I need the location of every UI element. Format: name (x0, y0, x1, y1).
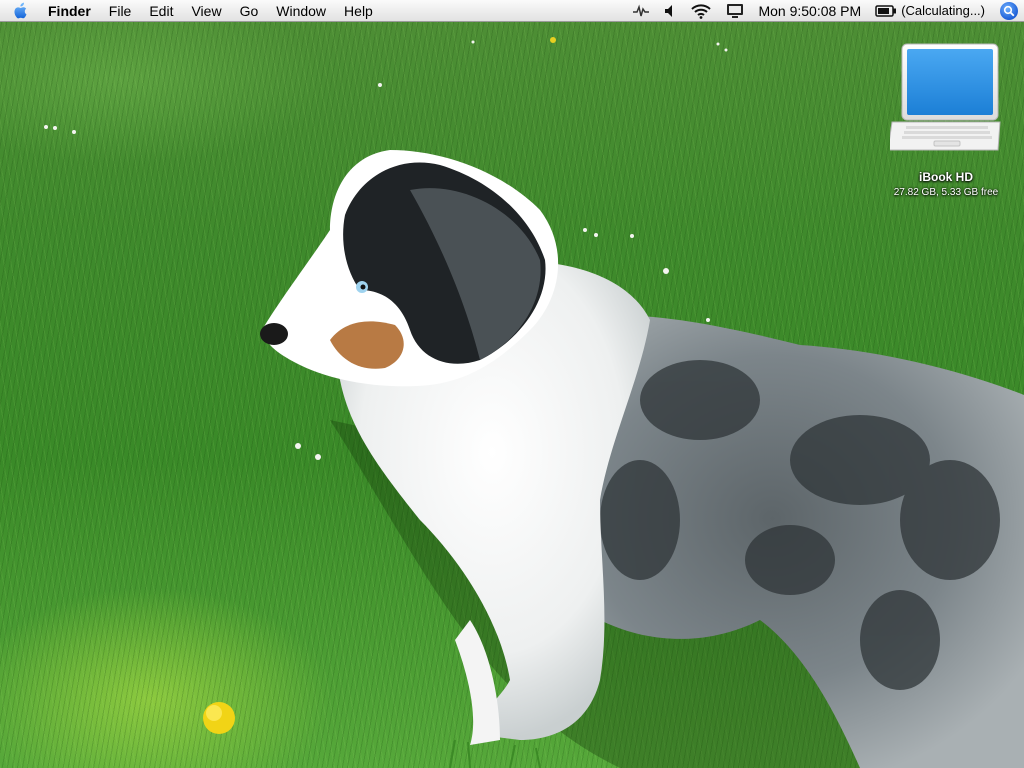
ibook-hd-desktop-icon[interactable]: iBook HD 27.82 GB, 5.33 GB free (884, 40, 1008, 198)
volume-icon (665, 4, 673, 17)
menu-finder[interactable]: Finder (40, 0, 100, 22)
menu-edit[interactable]: Edit (140, 0, 182, 22)
clock-menu-extra[interactable]: Mon 9:50:08 PM (751, 0, 868, 22)
menu-go[interactable]: Go (231, 0, 268, 22)
menu-help[interactable]: Help (335, 0, 382, 22)
clock-text: Mon 9:50:08 PM (758, 2, 862, 19)
spotlight-button[interactable] (1000, 1, 1018, 20)
wifi-menu-extra[interactable] (683, 0, 719, 22)
menu-bar-status: Mon 9:50:08 PM (Calculating...) (625, 0, 1024, 22)
ibook-hd-capacity: 27.82 GB, 5.33 GB free (893, 187, 999, 198)
ibook-laptop-icon (890, 43, 1001, 151)
battery-menu-extra[interactable]: (Calculating...) (868, 0, 992, 22)
menu-bar: Finder File Edit View Go Window Help Mon… (0, 0, 1024, 22)
wallpaper-image (44, 37, 1024, 768)
sync-menu-extra[interactable] (625, 0, 657, 22)
menu-file[interactable]: File (100, 0, 141, 22)
wifi-icon (691, 3, 712, 19)
spotlight-search-icon (1003, 5, 1015, 16)
menu-window[interactable]: Window (267, 0, 335, 22)
menu-bar-left: Finder File Edit View Go Window Help (0, 0, 382, 22)
desktop[interactable]: iBook HD 27.82 GB, 5.33 GB free (0, 0, 1024, 768)
display-menu-extra[interactable] (719, 0, 751, 22)
volume-menu-extra[interactable] (657, 0, 683, 22)
ibook-hd-label: iBook HD (919, 170, 973, 184)
apple-menu[interactable] (0, 0, 40, 22)
menu-view[interactable]: View (182, 0, 230, 22)
battery-status-text: (Calculating...) (901, 3, 985, 18)
activity-icon (633, 3, 650, 16)
battery-icon (875, 4, 897, 17)
apple-logo-icon (14, 2, 27, 18)
display-mirroring-icon (727, 3, 744, 18)
